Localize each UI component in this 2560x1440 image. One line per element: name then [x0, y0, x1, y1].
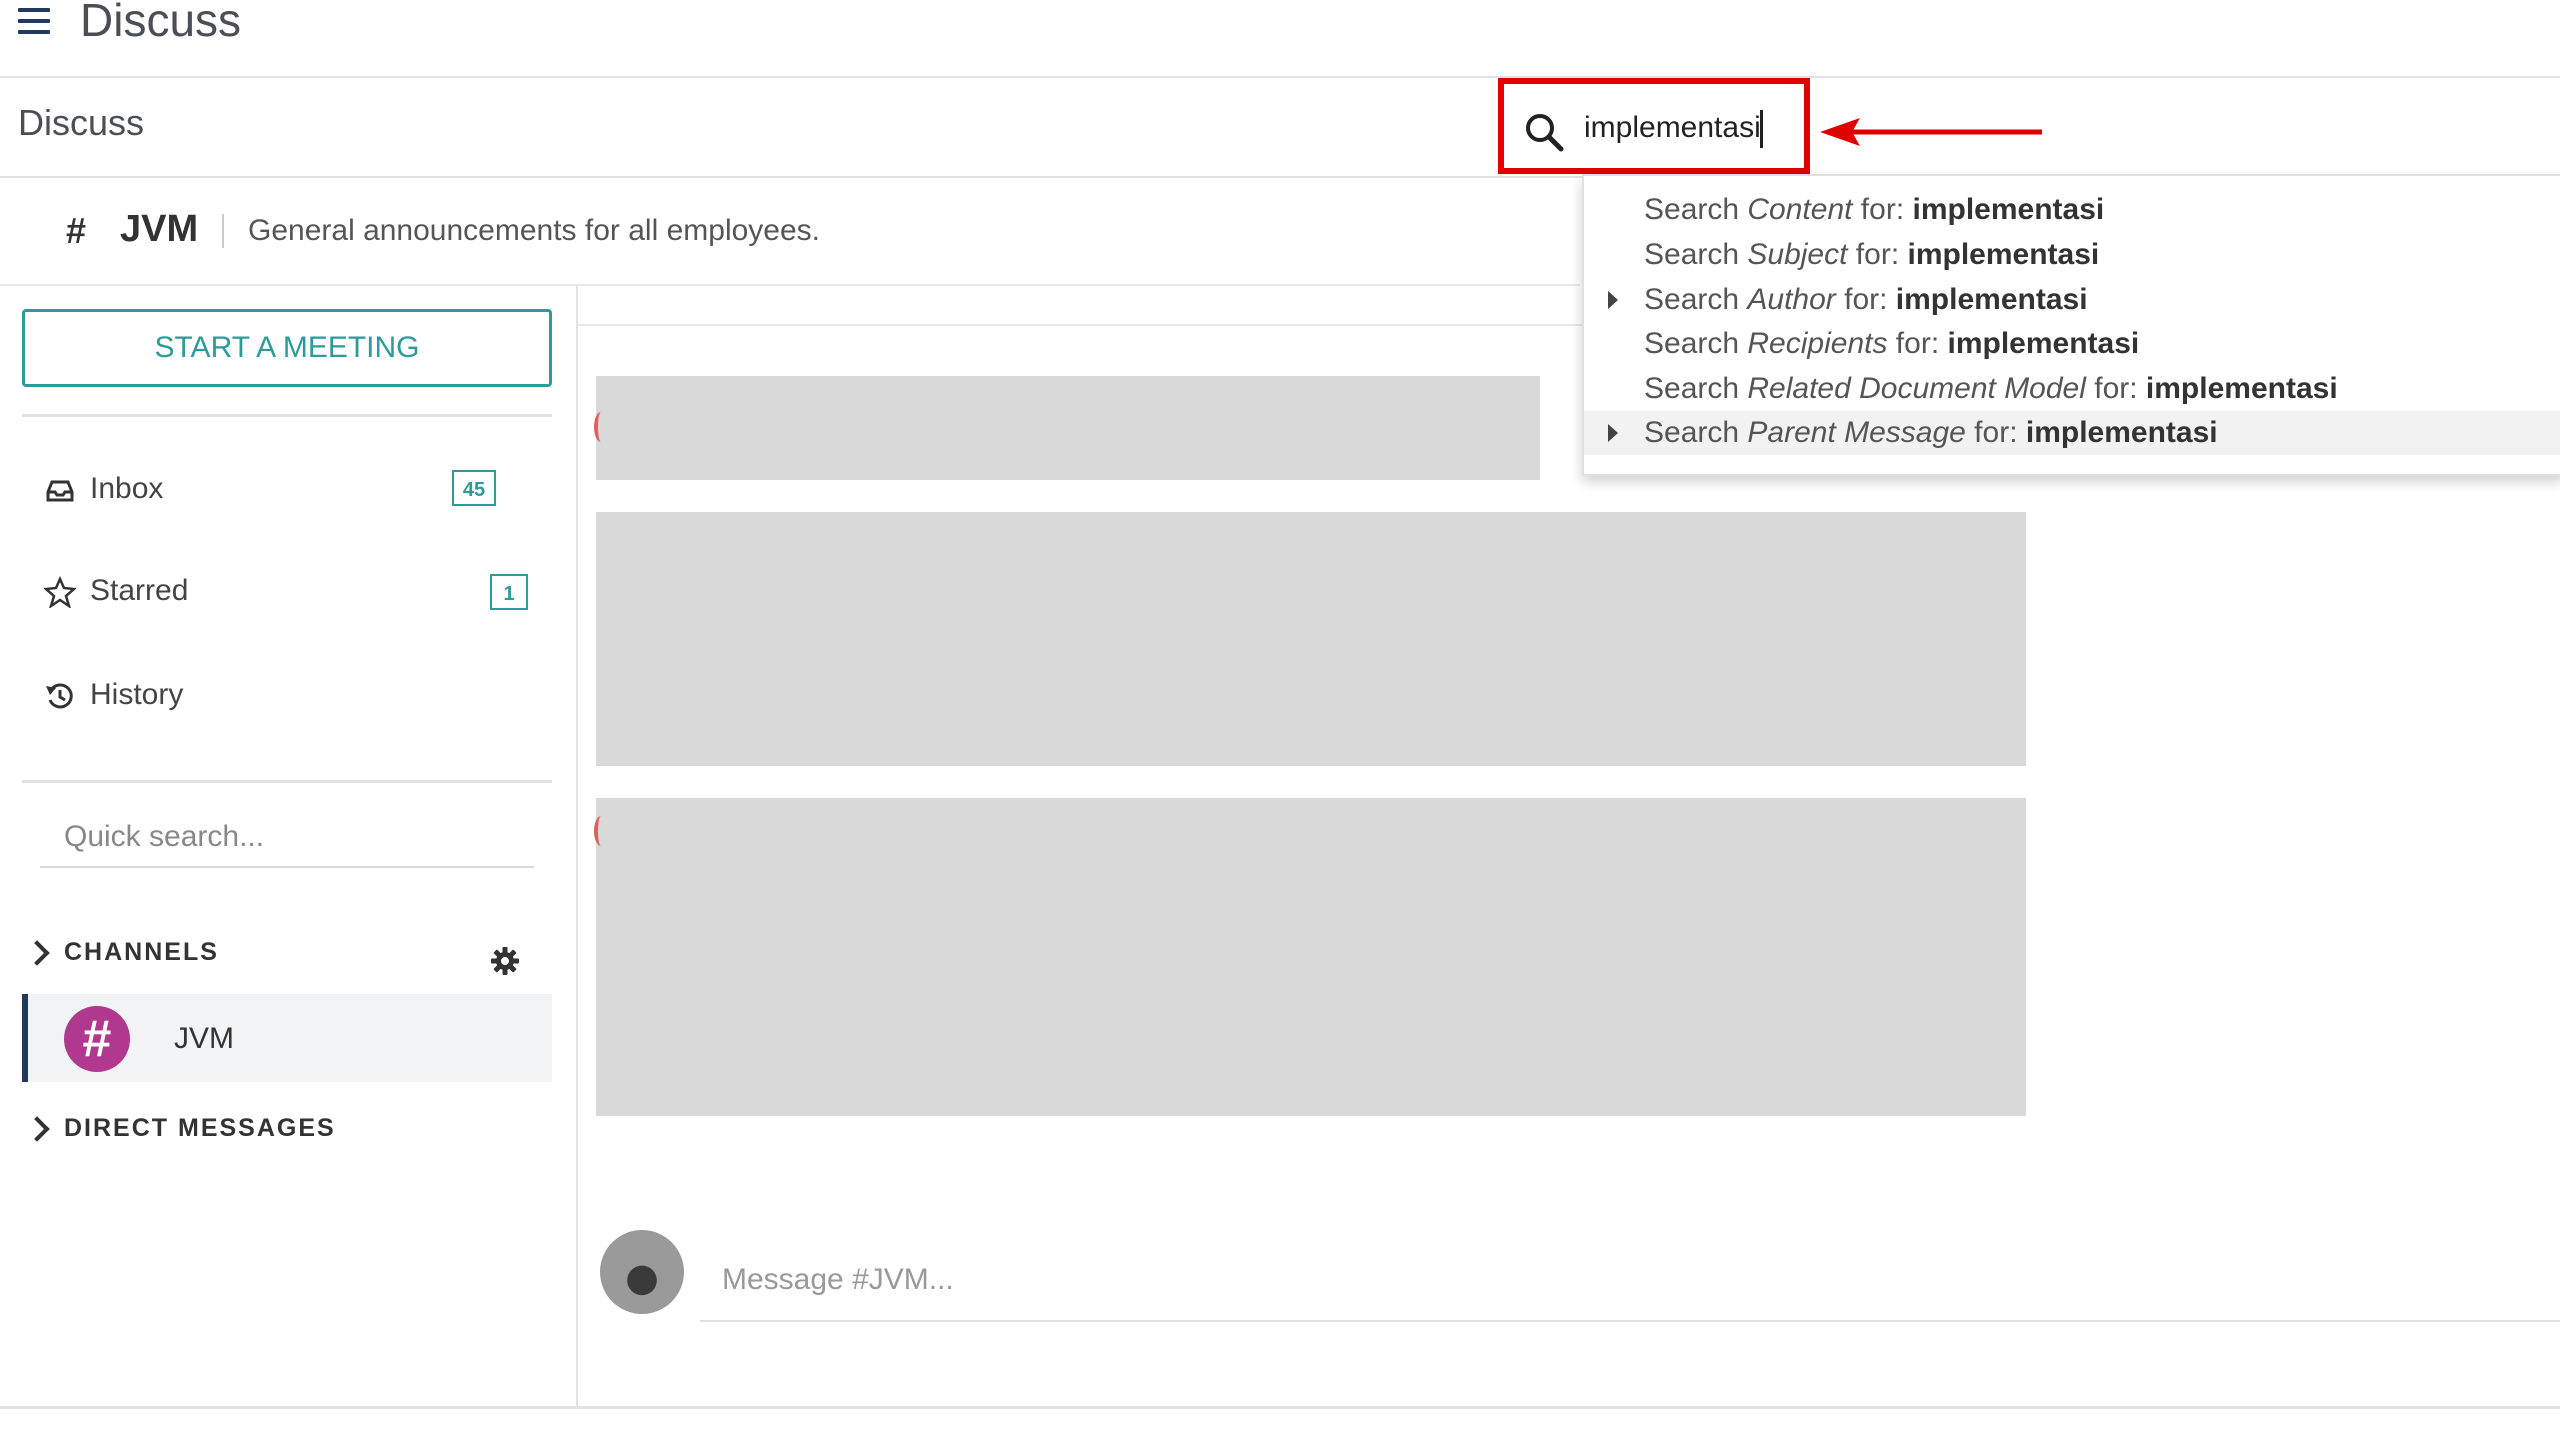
search-option-term: implementasi: [2145, 372, 2338, 405]
channels-category-toggle[interactable]: CHANNELS: [22, 934, 552, 974]
search-option-connector: for:: [1835, 283, 1896, 316]
search-option-label: Search Related Document Model for: imple…: [1644, 367, 2338, 411]
caret-right-icon[interactable]: [1608, 424, 1618, 442]
search-option-label: Search Content for: implementasi: [1644, 188, 2104, 232]
page-bottom-border: [0, 1406, 2560, 1409]
chevron-right-icon: [24, 1116, 50, 1142]
search-option-label: Search Parent Message for: implementasi: [1644, 411, 2218, 455]
message-placeholder: [594, 376, 1540, 480]
search-option[interactable]: Search Related Document Model for: imple…: [1584, 367, 2560, 411]
channels-category-label: CHANNELS: [64, 938, 219, 966]
direct-messages-category-label: DIRECT MESSAGES: [64, 1114, 336, 1142]
search-option-connector: for:: [2085, 372, 2146, 405]
header-divider: [222, 214, 224, 248]
search-option-label: Search Subject for: implementasi: [1644, 233, 2099, 277]
app-title: Discuss: [80, 0, 242, 46]
inbox-counter-badge: 45: [452, 470, 496, 506]
caret-right-icon[interactable]: [1608, 291, 1618, 309]
message-composer-input[interactable]: [700, 1240, 2560, 1322]
search-option[interactable]: Search Parent Message for: implementasi: [1584, 411, 2560, 455]
search-icon[interactable]: [1524, 112, 1564, 152]
search-option-prefix: Search: [1644, 372, 1748, 405]
author-avatar-fragment: [594, 816, 608, 846]
sidebar-divider: [22, 780, 552, 783]
search-option-connector: for:: [1852, 193, 1913, 226]
search-option-term: implementasi: [1895, 283, 2088, 316]
channel-label: JVM: [174, 1022, 234, 1055]
author-avatar-fragment: [594, 412, 608, 442]
annotation-arrow-icon: [1820, 118, 2042, 146]
search-option-prefix: Search: [1644, 238, 1748, 271]
channel-name: JVM: [120, 208, 199, 250]
search-option-prefix: Search: [1644, 416, 1748, 449]
menu-icon[interactable]: [18, 6, 52, 40]
message-placeholder: [596, 512, 2026, 766]
search-option[interactable]: Search Recipients for: implementasi: [1584, 322, 2560, 366]
sidebar-item-label: Inbox: [90, 472, 164, 505]
search-option-term: implementasi: [1947, 327, 2140, 360]
sidebar-item-channel-jvm[interactable]: # JVM: [22, 994, 552, 1082]
sidebar-item-inbox[interactable]: Inbox 45: [22, 456, 552, 526]
search-option-connector: for:: [1887, 327, 1948, 360]
starred-counter-badge: 1: [490, 574, 528, 610]
history-icon: [46, 683, 73, 709]
sidebar-item-starred[interactable]: Starred 1: [22, 558, 552, 628]
text-cursor: [1760, 110, 1763, 148]
sidebar-item-history[interactable]: History: [22, 662, 552, 732]
search-option-prefix: Search: [1644, 193, 1748, 226]
channel-header: # JVM General announcements for all empl…: [0, 178, 1580, 286]
search-option-label: Search Author for: implementasi: [1644, 278, 2088, 322]
sidebar-item-label: Starred: [90, 574, 189, 607]
search-option-field: Author: [1747, 283, 1836, 316]
search-option-prefix: Search: [1644, 327, 1748, 360]
search-option[interactable]: Search Author for: implementasi: [1584, 278, 2560, 322]
gear-icon[interactable]: [490, 946, 520, 976]
channel-avatar: #: [64, 1006, 130, 1072]
start-meeting-button[interactable]: START A MEETING: [22, 309, 552, 387]
channel-description: General announcements for all employees.: [248, 214, 820, 247]
search-option-prefix: Search: [1644, 283, 1748, 316]
direct-messages-category-toggle[interactable]: DIRECT MESSAGES: [22, 1110, 552, 1150]
discuss-sidebar: START A MEETING Inbox 45 Starred 1 Histo…: [0, 286, 578, 1406]
search-box: [1498, 78, 1810, 174]
user-avatar: [600, 1230, 684, 1314]
search-option-term: implementasi: [1912, 193, 2105, 226]
search-option-field: Parent Message: [1747, 416, 1966, 449]
search-option-term: implementasi: [2025, 416, 2218, 449]
search-option-field: Recipients: [1747, 327, 1888, 360]
search-option-term: implementasi: [1907, 238, 2100, 271]
search-option-connector: for:: [1965, 416, 2026, 449]
chevron-right-icon: [24, 940, 50, 966]
star-icon: [44, 576, 76, 608]
search-option-field: Content: [1747, 193, 1853, 226]
search-option-label: Search Recipients for: implementasi: [1644, 322, 2139, 366]
inbox-icon: [46, 480, 74, 502]
sidebar-divider: [22, 414, 552, 417]
search-option-field: Subject: [1747, 238, 1848, 271]
sidebar-item-label: History: [90, 678, 184, 711]
search-option[interactable]: Search Subject for: implementasi: [1584, 233, 2560, 277]
search-autocomplete-dropdown: Search Content for: implementasi Search S…: [1582, 174, 2560, 476]
thread-top-divider: [578, 284, 1582, 326]
control-panel: Discuss: [0, 78, 2560, 178]
search-option[interactable]: Search Content for: implementasi: [1584, 188, 2560, 232]
breadcrumb: Discuss: [18, 102, 145, 143]
message-placeholder: [594, 798, 2026, 1116]
top-navbar: Discuss: [0, 0, 2560, 78]
search-option-field: Related Document Model: [1747, 372, 2086, 405]
channel-hash-icon: #: [66, 210, 87, 251]
quick-search-input[interactable]: [40, 808, 534, 868]
search-option-connector: for:: [1847, 238, 1908, 271]
